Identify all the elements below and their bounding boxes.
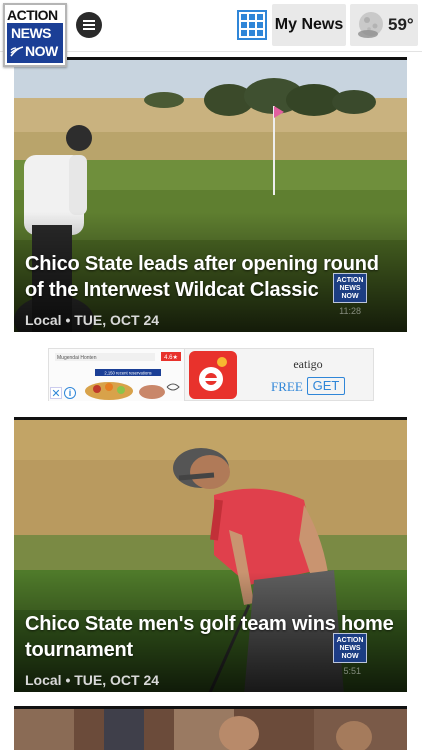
ad-free-label: FREE <box>271 379 303 394</box>
bug-line-now: NOW <box>341 653 359 660</box>
video-timestamp: 11:28 <box>339 306 361 316</box>
ad-rating-badge: 4.6★ <box>164 354 178 361</box>
ad-get-button[interactable]: GET <box>307 377 345 395</box>
info-icon[interactable]: i <box>64 387 76 399</box>
story-card[interactable] <box>14 706 407 750</box>
station-bug-icon: ACTION NEWS NOW <box>333 273 367 303</box>
ad-banner[interactable]: 4.6★ Mugendai Honten 2,150 recent reserv… <box>48 348 374 401</box>
action-news-now-logo[interactable]: ACTION NEWS NOW <box>3 3 67 67</box>
logo-line-now: NOW <box>25 43 58 59</box>
bug-line-action: ACTION <box>336 277 364 284</box>
story-meta: Local • TUE, OCT 24 <box>25 672 160 688</box>
close-icon[interactable]: ✕ <box>50 387 62 400</box>
story-card[interactable]: Chico State men's golf team wins home to… <box>14 417 407 692</box>
grid-view-icon[interactable] <box>237 10 267 40</box>
bug-line-news: NEWS <box>339 285 361 292</box>
logo-blue-panel: NEWS NOW <box>7 23 63 63</box>
logo-waves-icon <box>10 46 24 57</box>
hamburger-menu-icon[interactable] <box>76 12 102 38</box>
ad-reservations: 2,150 recent reservations <box>104 371 151 376</box>
story-meta: Local • TUE, OCT 24 <box>25 312 160 328</box>
eatigo-app-icon <box>189 351 237 399</box>
app-header: ACTION NEWS NOW My News 59° <box>0 0 422 67</box>
weather-temperature: 59° <box>388 15 414 34</box>
story-photo-partial <box>14 709 407 750</box>
bug-line-news: NEWS <box>339 645 361 652</box>
story-card[interactable]: Chico State leads after opening round of… <box>14 57 407 332</box>
moon-cloud-icon <box>358 12 383 38</box>
logo-line-news: NEWS <box>11 25 52 41</box>
bug-line-action: ACTION <box>336 637 364 644</box>
ad-brand-name: eatigo <box>293 357 323 371</box>
video-timestamp: 5:51 <box>343 666 361 676</box>
bug-line-now: NOW <box>341 293 359 300</box>
weather-button[interactable]: 59° <box>350 4 418 46</box>
my-news-button[interactable]: My News <box>272 4 346 46</box>
logo-line-action: ACTION <box>7 7 58 23</box>
ad-headline: Mugendai Honten <box>57 355 97 361</box>
station-bug-icon: ACTION NEWS NOW <box>333 633 367 663</box>
